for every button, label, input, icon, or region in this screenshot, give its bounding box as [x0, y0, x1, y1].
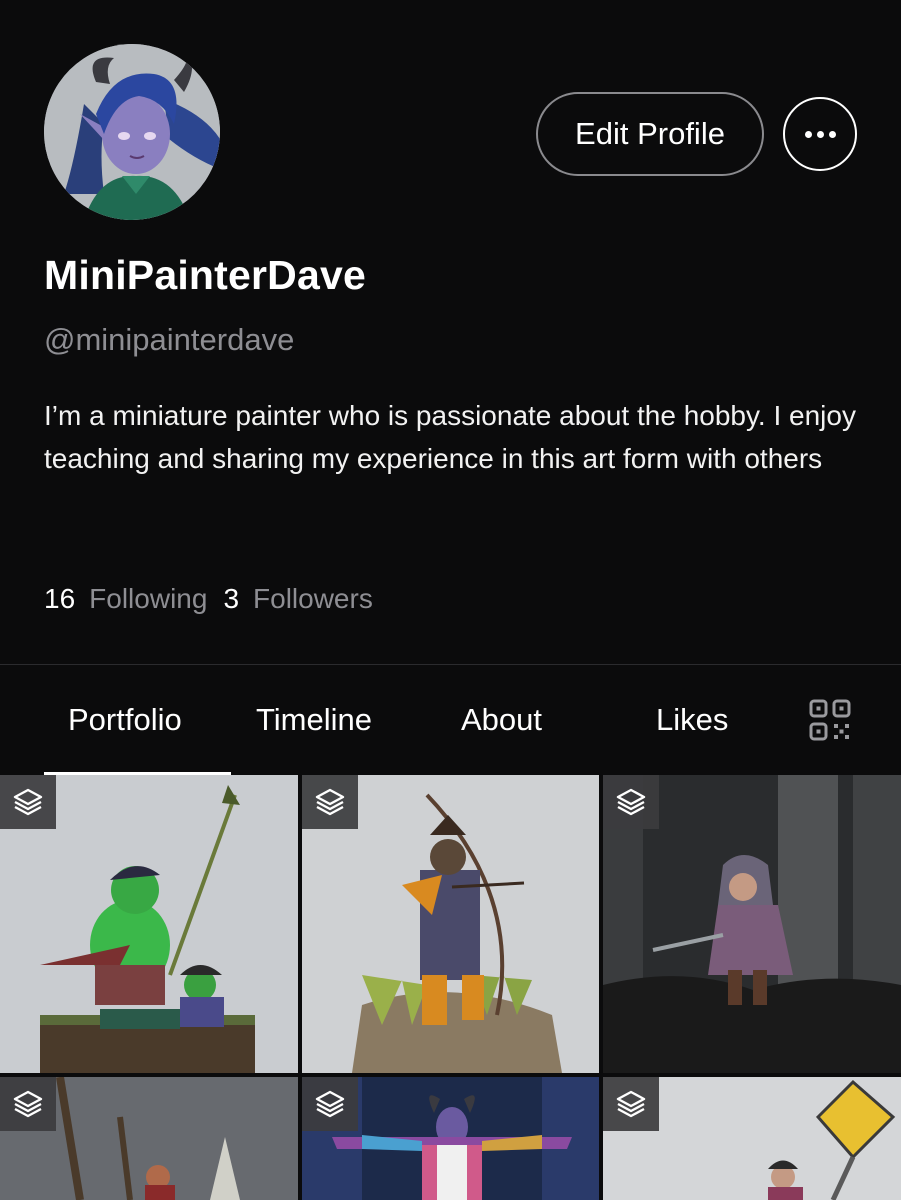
qr-code-icon[interactable] — [808, 698, 852, 742]
edit-profile-button[interactable]: Edit Profile — [536, 92, 764, 176]
followers-label[interactable]: Followers — [253, 583, 373, 615]
profile-bio: I’m a miniature painter who is passionat… — [44, 400, 856, 474]
layers-icon — [603, 775, 659, 829]
portfolio-item[interactable] — [0, 1077, 298, 1200]
display-name: MiniPainterDave — [44, 252, 366, 298]
layers-icon — [0, 775, 56, 829]
layers-icon — [302, 775, 358, 829]
followers-count[interactable]: 3 — [223, 583, 239, 615]
section-divider — [0, 664, 901, 665]
avatar-image — [44, 44, 220, 220]
portfolio-item[interactable] — [603, 1077, 901, 1200]
portfolio-item[interactable] — [603, 775, 901, 1073]
portfolio-item[interactable] — [302, 1077, 599, 1200]
user-handle: @minipainterdave — [44, 322, 295, 357]
tab-about[interactable]: About — [461, 702, 542, 738]
layers-icon — [0, 1077, 56, 1131]
follow-stats: 16 Following 3 Followers — [44, 583, 389, 615]
portfolio-item[interactable] — [302, 775, 599, 1073]
tab-portfolio[interactable]: Portfolio — [68, 702, 182, 738]
ellipsis-icon-dot — [816, 130, 824, 138]
following-label[interactable]: Following — [89, 583, 207, 615]
profile-tabs: Portfolio Timeline About Likes — [0, 686, 901, 775]
ellipsis-icon-dot — [828, 130, 836, 138]
tab-timeline[interactable]: Timeline — [256, 702, 372, 738]
avatar[interactable] — [44, 44, 220, 220]
portfolio-item[interactable] — [0, 775, 298, 1073]
following-count[interactable]: 16 — [44, 583, 75, 615]
layers-icon — [302, 1077, 358, 1131]
portfolio-grid — [0, 775, 901, 1200]
ellipsis-icon — [804, 130, 812, 138]
tab-likes[interactable]: Likes — [656, 702, 728, 738]
layers-icon — [603, 1077, 659, 1131]
more-options-button[interactable] — [783, 97, 857, 171]
